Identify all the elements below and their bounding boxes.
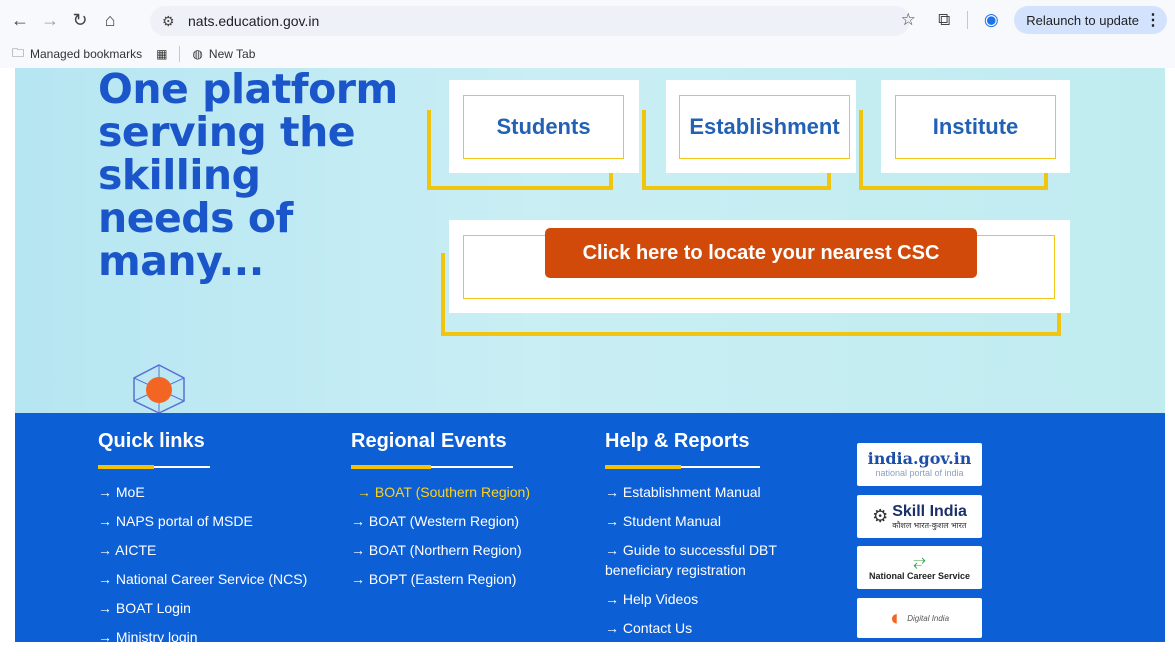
event-boat-western[interactable]: → BOAT (Western Region): [351, 511, 581, 531]
quick-link-ministry-login[interactable]: → Ministry login: [98, 627, 328, 647]
hero-title: One platform serving the skilling needs …: [98, 68, 428, 283]
institute-card[interactable]: Institute: [881, 80, 1070, 173]
bookmark-managed[interactable]: 🗀 Managed bookmarks: [12, 44, 142, 65]
reload-icon[interactable]: ↻: [66, 6, 94, 34]
bookmarks-bar: 🗀 Managed bookmarks ▦ ◍ New Tab: [0, 40, 1175, 68]
browser-toolbar: ← → ↻ ⌂ ⚙ nats.education.gov.in ☆ ⧉ ◉ Re…: [0, 0, 1175, 40]
quick-link-naps[interactable]: → NAPS portal of MSDE: [98, 511, 328, 531]
quick-links-underline: [98, 465, 210, 469]
home-icon[interactable]: ⌂: [96, 6, 124, 34]
ncs-text: National Career Service: [868, 571, 971, 581]
help-establishment-manual[interactable]: → Establishment Manual: [605, 482, 825, 502]
hero-title-line: needs of: [98, 194, 293, 242]
back-icon[interactable]: ←: [6, 6, 34, 34]
menu-icon: ⋮: [1145, 12, 1161, 29]
regional-events-underline: [351, 465, 513, 469]
skill-india-logo[interactable]: ⚙ Skill India कौशल भारत-कुशल भारत: [857, 495, 982, 538]
quick-link-aicte[interactable]: → AICTE: [98, 540, 328, 560]
quick-link-boat-login[interactable]: → BOAT Login: [98, 598, 328, 618]
india-gov-logo[interactable]: india.gov.in national portal of india: [857, 443, 982, 486]
students-card[interactable]: Students: [449, 80, 639, 173]
forward-icon[interactable]: →: [36, 6, 64, 34]
regional-events-title: Regional Events: [351, 430, 507, 452]
extensions-icon[interactable]: ⧉: [931, 7, 957, 33]
hero-section: One platform serving the skilling needs …: [15, 68, 1165, 413]
event-boat-northern[interactable]: → BOAT (Northern Region): [351, 540, 581, 560]
help-videos[interactable]: → Help Videos: [605, 589, 825, 609]
digital-india-emblem-icon: ◐: [889, 605, 904, 630]
bookmark-label: New Tab: [208, 47, 256, 61]
digital-india-text: Digital India: [907, 613, 950, 623]
relaunch-label: Relaunch to update: [1026, 12, 1139, 28]
help-reports-column: Help & Reports → Establishment Manual → …: [605, 430, 825, 647]
india-gov-subtext: national portal of india: [875, 468, 964, 478]
locate-csc-button[interactable]: Click here to locate your nearest CSC: [545, 228, 977, 278]
hero-title-line: many...: [98, 237, 264, 285]
regional-events-column: Regional Events → BOAT (Southern Region)…: [351, 430, 581, 598]
event-boat-southern[interactable]: → BOAT (Southern Region): [351, 482, 581, 502]
skill-india-subtext: कौशल भारत-कुशल भारत: [892, 520, 967, 530]
bookmark-new-tab[interactable]: ◍ New Tab: [192, 47, 255, 61]
relaunch-button[interactable]: Relaunch to update ⋮: [1014, 6, 1167, 34]
profile-icon[interactable]: ◉: [978, 7, 1004, 33]
help-student-manual[interactable]: → Student Manual: [605, 511, 825, 531]
quick-link-moe[interactable]: → MoE: [98, 482, 328, 502]
bookmark-divider: [179, 46, 181, 62]
digital-india-logo[interactable]: ◐ Digital India: [857, 598, 982, 638]
hero-title-line: skilling: [98, 151, 261, 199]
skill-india-emblem-icon: ⚙: [872, 506, 889, 526]
ncs-emblem-icon: ⥂: [913, 553, 926, 570]
quick-links-column: Quick links → MoE → NAPS portal of MSDE …: [98, 430, 328, 656]
india-gov-text: india.gov.in: [867, 449, 972, 468]
event-bopt-eastern[interactable]: → BOPT (Eastern Region): [351, 569, 581, 589]
site-info-icon[interactable]: ⚙: [162, 13, 180, 30]
quick-links-title: Quick links: [98, 430, 205, 452]
apps-grid-icon[interactable]: ▦: [156, 47, 167, 61]
hero-title-line: One platform: [98, 68, 398, 113]
globe-icon: ◍: [192, 47, 203, 61]
hexagon-logo-icon: [133, 364, 185, 413]
help-dbt-guide[interactable]: → Guide to successful DBT beneficiary re…: [605, 540, 825, 580]
csc-panel: Click here to locate your nearest CSC: [449, 220, 1070, 313]
address-bar[interactable]: ⚙ nats.education.gov.in: [150, 6, 910, 36]
establishment-card-label: Establishment: [679, 95, 850, 159]
skill-india-text: Skill India: [892, 502, 967, 520]
quick-link-ncs[interactable]: → National Career Service (NCS): [98, 569, 328, 589]
url-text: nats.education.gov.in: [188, 13, 320, 29]
help-reports-underline: [605, 465, 760, 469]
institute-card-label: Institute: [895, 95, 1056, 159]
bookmark-star-icon[interactable]: ☆: [895, 7, 921, 33]
bookmark-label: Managed bookmarks: [30, 47, 143, 61]
students-card-label: Students: [463, 95, 624, 159]
hero-title-line: serving the: [98, 108, 356, 156]
toolbar-divider: [967, 11, 969, 29]
footer: Quick links → MoE → NAPS portal of MSDE …: [15, 413, 1165, 645]
folder-icon: 🗀: [12, 45, 25, 60]
help-reports-title: Help & Reports: [605, 430, 750, 452]
establishment-card[interactable]: Establishment: [666, 80, 856, 173]
ncs-logo[interactable]: ⥂ National Career Service: [857, 546, 982, 589]
help-contact-us[interactable]: → Contact Us: [605, 618, 825, 638]
